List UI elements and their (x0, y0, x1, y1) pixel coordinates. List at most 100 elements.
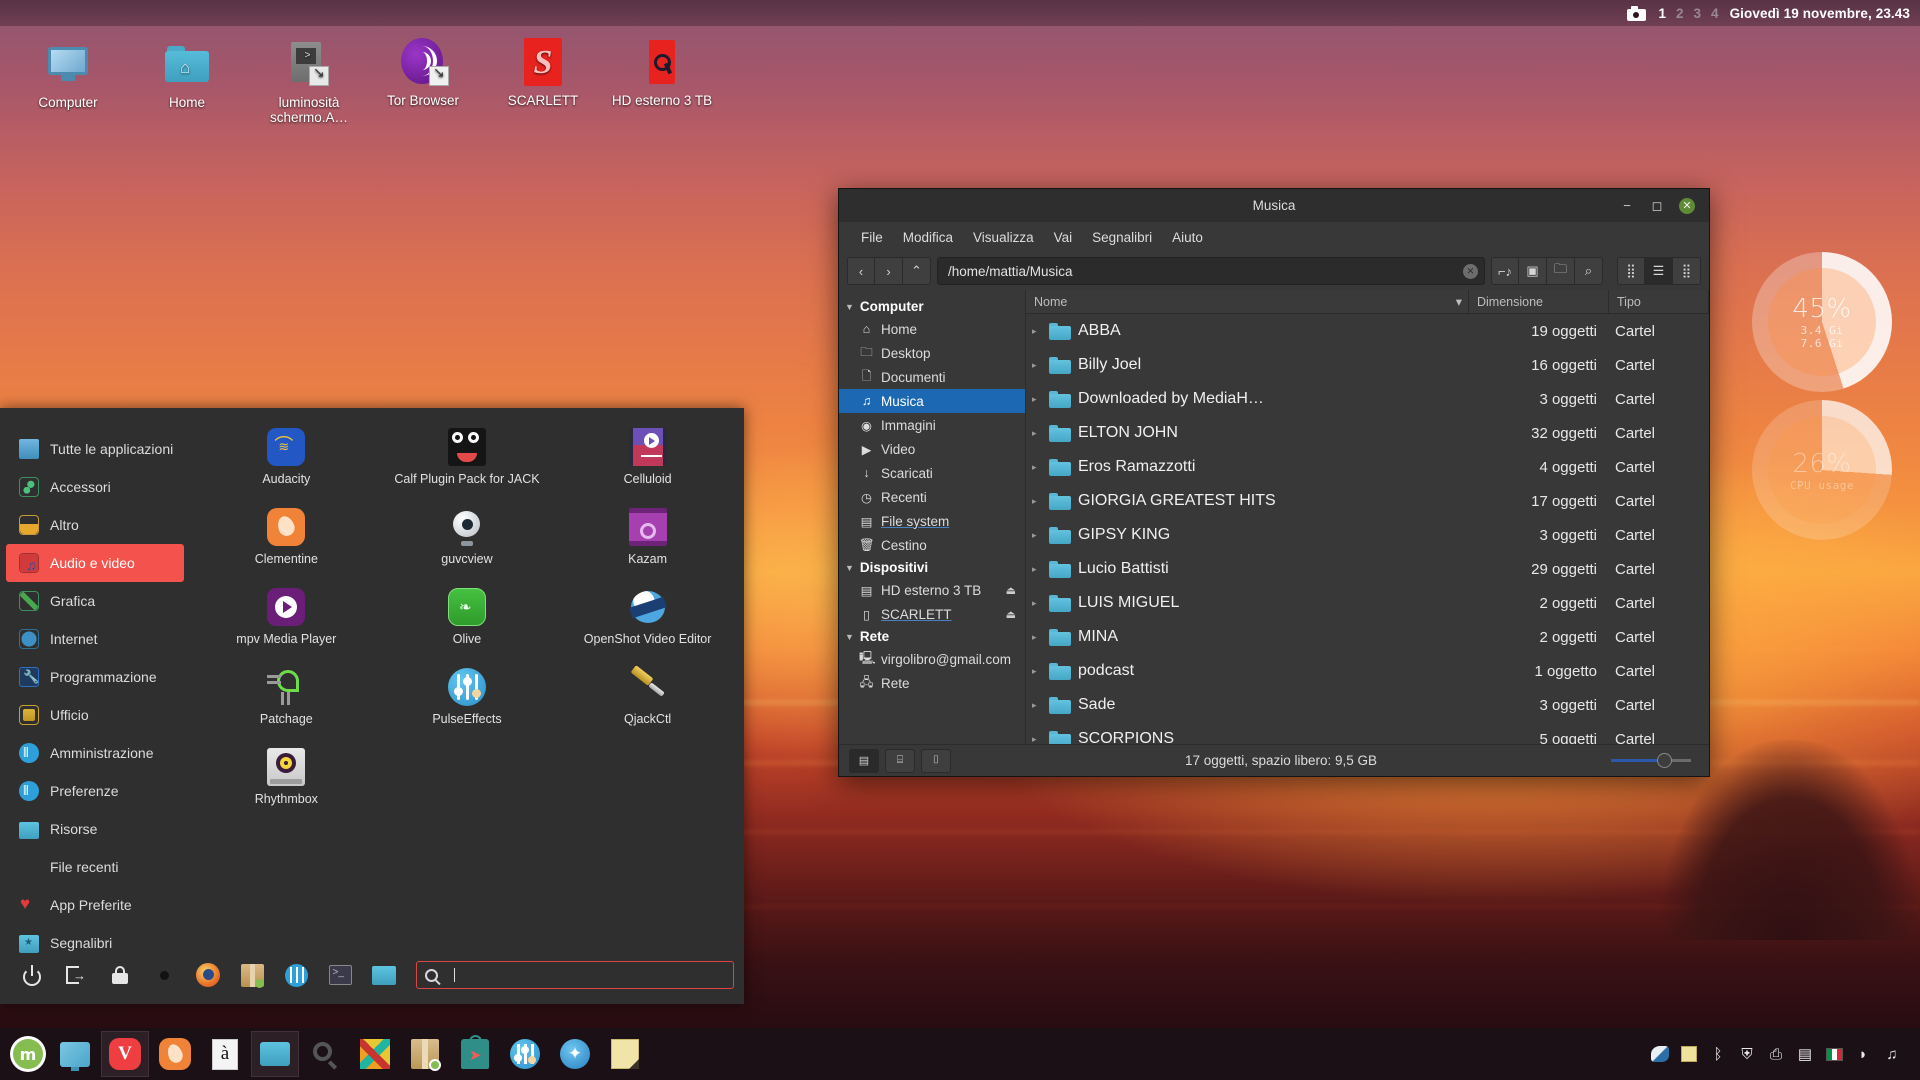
menu-category-audio-e-video[interactable]: ♫ Audio e video (6, 544, 184, 582)
icon-view-icon[interactable]: ⣿ (1617, 257, 1645, 285)
menu-modifica[interactable]: Modifica (893, 230, 963, 245)
table-row[interactable]: ▸ Downloaded by MediaH… 3 oggetti Cartel (1026, 382, 1709, 416)
table-row[interactable]: ▸ SCORPIONS 5 oggetti Cartel (1026, 722, 1709, 744)
sidebar-item-rete[interactable]: 🖧 Rete (839, 671, 1025, 695)
close-button[interactable]: ✕ (1679, 197, 1695, 214)
app-audacity[interactable]: ⌒ ≋ Audacity (196, 428, 377, 508)
desktop-icon-home[interactable]: ⌂ Home (132, 38, 242, 110)
desktop-icon-scarlett[interactable]: S SCARLETT (488, 36, 598, 108)
taskbar-clementine[interactable] (151, 1031, 199, 1077)
sidebar-item-scarlett[interactable]: ▯ SCARLETT ⏏ (839, 602, 1025, 626)
clear-icon[interactable]: ⨯ (1463, 263, 1478, 279)
compact-view-icon[interactable]: ⣿ (1673, 257, 1701, 285)
app-olive[interactable]: ❧ Olive (377, 588, 558, 668)
menu-segnalibri[interactable]: Segnalibri (1082, 230, 1162, 245)
menu-category-ufficio[interactable]: Ufficio (6, 696, 184, 734)
expand-arrow-icon[interactable]: ▸ (1032, 632, 1042, 643)
table-row[interactable]: ▸ ABBA 19 oggetti Cartel (1026, 314, 1709, 348)
menu-category-file-recenti[interactable]: File recenti (6, 848, 184, 886)
sidebar-item-video[interactable]: ▶ Video (839, 437, 1025, 461)
files-icon[interactable] (362, 955, 406, 995)
open-terminal-icon[interactable]: ⌐♪ (1491, 257, 1519, 285)
dog-weather-icon[interactable] (1650, 1044, 1670, 1064)
new-folder-icon[interactable]: 🗀 (1547, 257, 1575, 285)
taskbar-notes[interactable] (601, 1031, 649, 1077)
printer-icon[interactable]: ⎙ (1766, 1044, 1786, 1064)
search-input[interactable] (416, 961, 734, 989)
workspace-2[interactable]: 2 (1671, 6, 1689, 21)
sidebar-item-home[interactable]: ⌂ Home (839, 317, 1025, 341)
table-row[interactable]: ▸ LUIS MIGUEL 2 oggetti Cartel (1026, 586, 1709, 620)
table-row[interactable]: ▸ podcast 1 oggetto Cartel (1026, 654, 1709, 688)
menu-category-accessori[interactable]: Accessori (6, 468, 184, 506)
desktop-icon-hd-esterno[interactable]: HD esterno 3 TB (608, 36, 716, 108)
maximize-button[interactable]: ◻ (1649, 198, 1665, 214)
italian-flag-icon[interactable] (1824, 1044, 1844, 1064)
app-qjackctl[interactable]: QjackCtl (557, 665, 738, 748)
menu-visualizza[interactable]: Visualizza (963, 230, 1044, 245)
camera-icon[interactable] (1626, 5, 1646, 21)
taskbar-accent-chars[interactable]: à (201, 1031, 249, 1077)
expand-arrow-icon[interactable]: ▸ (1032, 360, 1042, 371)
sidebar-item-cestino[interactable]: 🗑 Cestino (839, 533, 1025, 557)
taskbar-software-manager[interactable] (401, 1031, 449, 1077)
table-row[interactable]: ▸ Lucio Battisti 29 oggetti Cartel (1026, 552, 1709, 586)
taskbar-show-desktop[interactable] (51, 1031, 99, 1077)
desktop-icon-computer[interactable]: Computer (13, 38, 123, 110)
taskbar-krita[interactable]: ✦ (551, 1031, 599, 1077)
expand-arrow-icon[interactable]: ▸ (1032, 564, 1042, 575)
clock[interactable]: Giovedì 19 novembre, 23.43 (1730, 6, 1910, 21)
lock-screen-icon[interactable] (98, 955, 142, 995)
table-row[interactable]: ▸ Eros Ramazzotti 4 oggetti Cartel (1026, 450, 1709, 484)
eject-icon[interactable]: ⏏ (1006, 608, 1016, 621)
path-input[interactable]: /home/mattia/Musica ⨯ (937, 257, 1485, 285)
volume-music-icon[interactable]: ♫ (1882, 1044, 1902, 1064)
places-view-icon[interactable]: ▤ (849, 748, 879, 773)
menu-vai[interactable]: Vai (1044, 230, 1083, 245)
menu-category-preferenze[interactable]: ⦀ Preferenze (6, 772, 184, 810)
menu-category-risorse[interactable]: Risorse (6, 810, 184, 848)
shield-update-icon[interactable]: ⛨ (1737, 1044, 1757, 1064)
desktop-icon-tor-browser[interactable]: Tor Browser (368, 36, 478, 108)
terminal-icon[interactable]: >_ (318, 955, 362, 995)
expand-arrow-icon[interactable]: ▸ (1032, 462, 1042, 473)
workspace-4[interactable]: 4 (1706, 6, 1724, 21)
menu-category-amministrazione[interactable]: ⦀ Amministrazione (6, 734, 184, 772)
search-icon[interactable]: ⌕ (1575, 257, 1603, 285)
sidebar-group-rete[interactable]: ▼ Rete (839, 626, 1025, 647)
sidebar-item-file-system[interactable]: ▤ File system (839, 509, 1025, 533)
app-kazam[interactable]: Kazam (557, 508, 738, 588)
app-clementine[interactable]: Clementine (196, 508, 377, 588)
up-button[interactable]: ⌃ (903, 257, 931, 285)
logout-icon[interactable]: → (54, 955, 98, 995)
mint-menu-button[interactable]: m (6, 1032, 50, 1076)
expand-arrow-icon[interactable]: ▸ (1032, 394, 1042, 405)
app-mpv-media-player[interactable]: mpv Media Player (196, 588, 377, 668)
expand-arrow-icon[interactable]: ▸ (1032, 530, 1042, 541)
software-manager-icon[interactable] (230, 955, 274, 995)
app-openshot-video-editor[interactable]: OpenShot Video Editor (557, 588, 738, 668)
menu-category-tutte-le-applicazioni[interactable]: Tutte le applicazioni (6, 430, 184, 468)
table-row[interactable]: ▸ Sade 3 oggetti Cartel (1026, 688, 1709, 722)
menu-aiuto[interactable]: Aiuto (1162, 230, 1213, 245)
workspace-1[interactable]: 1 (1654, 6, 1672, 21)
sidebar-item-scaricati[interactable]: ↓ Scaricati (839, 461, 1025, 485)
taskbar-xnview[interactable] (351, 1031, 399, 1077)
taskbar-pulseeffects[interactable] (501, 1031, 549, 1077)
sidebar-group-computer[interactable]: ▼ Computer (839, 296, 1025, 317)
wifi-icon[interactable]: ◗ (1853, 1044, 1873, 1064)
menu-file[interactable]: File (851, 230, 893, 245)
app-patchage[interactable]: Patchage (196, 668, 377, 748)
sleep-icon[interactable] (142, 955, 186, 995)
list-view-icon[interactable]: ☰ (1645, 257, 1673, 285)
table-row[interactable]: ▸ MINA 2 oggetti Cartel (1026, 620, 1709, 654)
toggle-location-icon[interactable]: ▣ (1519, 257, 1547, 285)
expand-arrow-icon[interactable]: ▸ (1032, 428, 1042, 439)
table-row[interactable]: ▸ ELTON JOHN 32 oggetti Cartel (1026, 416, 1709, 450)
taskbar-vivaldi[interactable]: V (101, 1031, 149, 1077)
menu-category-grafica[interactable]: Grafica (6, 582, 184, 620)
menu-category-app-preferite[interactable]: ♥ App Preferite (6, 886, 184, 924)
tree-view-icon[interactable]: ⌸ (885, 748, 915, 773)
window-titlebar[interactable]: Musica − ◻ ✕ (839, 189, 1709, 222)
column-header-nome[interactable]: Nome ▾ (1026, 290, 1469, 313)
